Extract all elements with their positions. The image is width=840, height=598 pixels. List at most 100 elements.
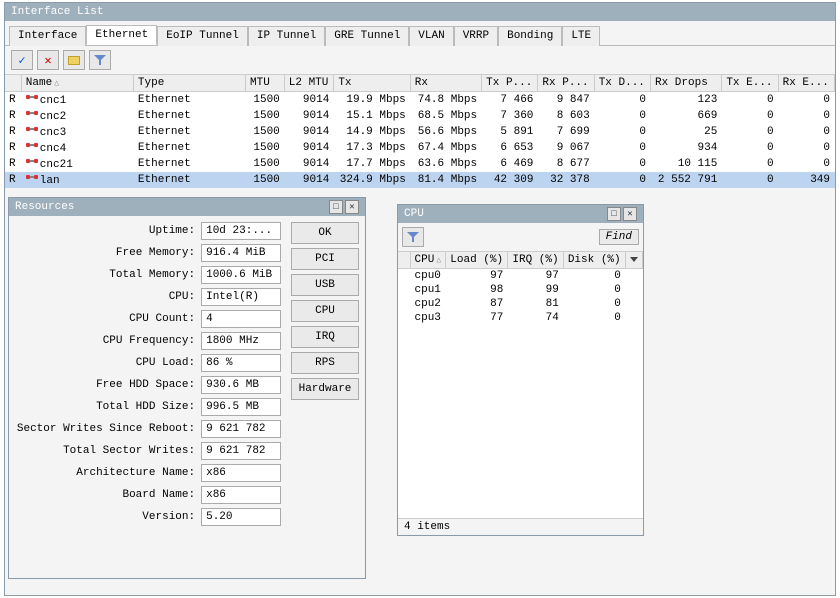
tab-gre-tunnel[interactable]: GRE Tunnel [325,26,409,46]
column-header[interactable]: Rx Drops [650,75,721,92]
tab-bonding[interactable]: Bonding [498,26,562,46]
column-header[interactable]: Disk (%) [563,252,625,269]
field-label: Free HDD Space: [15,379,195,391]
resources-close-button[interactable]: ✕ [345,200,359,214]
tab-eoip-tunnel[interactable]: EoIP Tunnel [157,26,248,46]
column-header[interactable]: Rx E... [778,75,834,92]
resources-fields: Uptime: Free Memory: Total Memory: CPU: CPU … [15,222,283,526]
field-label: CPU Load: [15,357,195,369]
table-row[interactable]: Rcnc4Ethernet1500901417.3 Mbps67.4 Mbps6… [5,140,835,156]
ok-button[interactable]: OK [291,222,359,244]
tab-interface[interactable]: Interface [9,26,86,46]
field-value [201,376,281,394]
column-header[interactable]: Tx E... [722,75,778,92]
table-row[interactable]: cpu287810 [398,297,643,311]
table-row[interactable]: Rcnc3Ethernet1500901414.9 Mbps56.6 Mbps5… [5,124,835,140]
table-row[interactable]: Rcnc1Ethernet1500901419.9 Mbps74.8 Mbps7… [5,92,835,109]
interface-list-titlebar: Interface List [5,3,835,21]
cpu-title: CPU [404,208,424,220]
field-label: CPU Count: [15,313,195,325]
comment-button[interactable] [63,50,85,70]
column-header[interactable]: Load (%) [446,252,508,269]
field-value [201,244,281,262]
cpu-button[interactable]: CPU [291,300,359,322]
table-row[interactable]: cpu198990 [398,283,643,297]
column-header[interactable] [398,252,410,269]
cpu-body: Find CPULoad (%)IRQ (%)Disk (%) cpu09797… [398,223,643,535]
field-label: Total Memory: [15,269,195,281]
interface-list-tabs: InterfaceEthernetEoIP TunnelIP TunnelGRE… [5,21,835,46]
interface-icon [26,125,38,135]
folder-icon [68,56,80,65]
column-header[interactable] [5,75,21,92]
funnel-icon [94,54,106,66]
column-header[interactable]: Rx P... [538,75,594,92]
enable-button[interactable]: ✓ [11,50,33,70]
field-label: Architecture Name: [15,467,195,479]
field-label: Sector Writes Since Reboot: [15,423,195,435]
cpu-find-button[interactable]: Find [599,229,639,245]
interface-icon [26,109,38,119]
field-label: Version: [15,511,195,523]
table-row[interactable]: cpu097970 [398,269,643,284]
interface-icon [26,141,38,151]
column-menu[interactable] [625,252,642,269]
cpu-toolbar: Find [398,223,643,252]
funnel-icon [407,231,419,243]
tab-vrrp[interactable]: VRRP [454,26,498,46]
cpu-filter-button[interactable] [402,227,424,247]
column-header[interactable]: CPU [410,252,446,269]
field-value [201,398,281,416]
column-header[interactable]: Type [133,75,245,92]
field-value [201,310,281,328]
table-row[interactable]: cpu377740 [398,311,643,325]
disable-button[interactable]: ✕ [37,50,59,70]
field-label: CPU: [15,291,195,303]
field-label: Uptime: [15,225,195,237]
interface-icon [26,173,38,183]
field-value [201,288,281,306]
field-value [201,332,281,350]
field-label: Total Sector Writes: [15,445,195,457]
field-label: Board Name: [15,489,195,501]
cpu-titlebar: CPU □ ✕ [398,205,643,223]
irq-button[interactable]: IRQ [291,326,359,348]
field-value [201,266,281,284]
table-row[interactable]: RlanEthernet15009014324.9 Mbps81.4 Mbps4… [5,172,835,188]
field-label: Free Memory: [15,247,195,259]
column-header[interactable]: Name [21,75,133,92]
column-header[interactable]: Rx [410,75,481,92]
cpu-table-wrap: CPULoad (%)IRQ (%)Disk (%) cpu097970cpu1… [398,252,643,518]
field-value [201,508,281,526]
cpu-restore-button[interactable]: □ [607,207,621,221]
tab-ip-tunnel[interactable]: IP Tunnel [248,26,325,46]
usb-button[interactable]: USB [291,274,359,296]
tab-ethernet[interactable]: Ethernet [86,25,157,45]
table-row[interactable]: Rcnc2Ethernet1500901415.1 Mbps68.5 Mbps7… [5,108,835,124]
field-value [201,464,281,482]
table-row[interactable]: Rcnc21Ethernet1500901417.7 Mbps63.6 Mbps… [5,156,835,172]
rps-button[interactable]: RPS [291,352,359,374]
column-header[interactable]: Tx D... [594,75,650,92]
resources-restore-button[interactable]: □ [329,200,343,214]
interface-list-title: Interface List [11,6,103,18]
field-value [201,442,281,460]
column-header[interactable]: IRQ (%) [508,252,563,269]
tab-lte[interactable]: LTE [562,26,600,46]
filter-button[interactable] [89,50,111,70]
column-header[interactable]: L2 MTU [284,75,334,92]
pci-button[interactable]: PCI [291,248,359,270]
cpu-close-button[interactable]: ✕ [623,207,637,221]
interface-table-wrap: NameTypeMTUL2 MTUTxRxTx P...Rx P...Tx D.… [5,75,835,188]
tab-vlan[interactable]: VLAN [409,26,453,46]
cpu-table: CPULoad (%)IRQ (%)Disk (%) cpu097970cpu1… [398,252,643,325]
column-header[interactable]: Tx P... [482,75,538,92]
interface-table: NameTypeMTUL2 MTUTxRxTx P...Rx P...Tx D.… [5,75,835,188]
field-value [201,486,281,504]
column-header[interactable]: MTU [246,75,285,92]
resources-titlebar: Resources □ ✕ [9,198,365,216]
field-label: Total HDD Size: [15,401,195,413]
column-header[interactable]: Tx [334,75,410,92]
hardware-button[interactable]: Hardware [291,378,359,400]
field-value [201,354,281,372]
